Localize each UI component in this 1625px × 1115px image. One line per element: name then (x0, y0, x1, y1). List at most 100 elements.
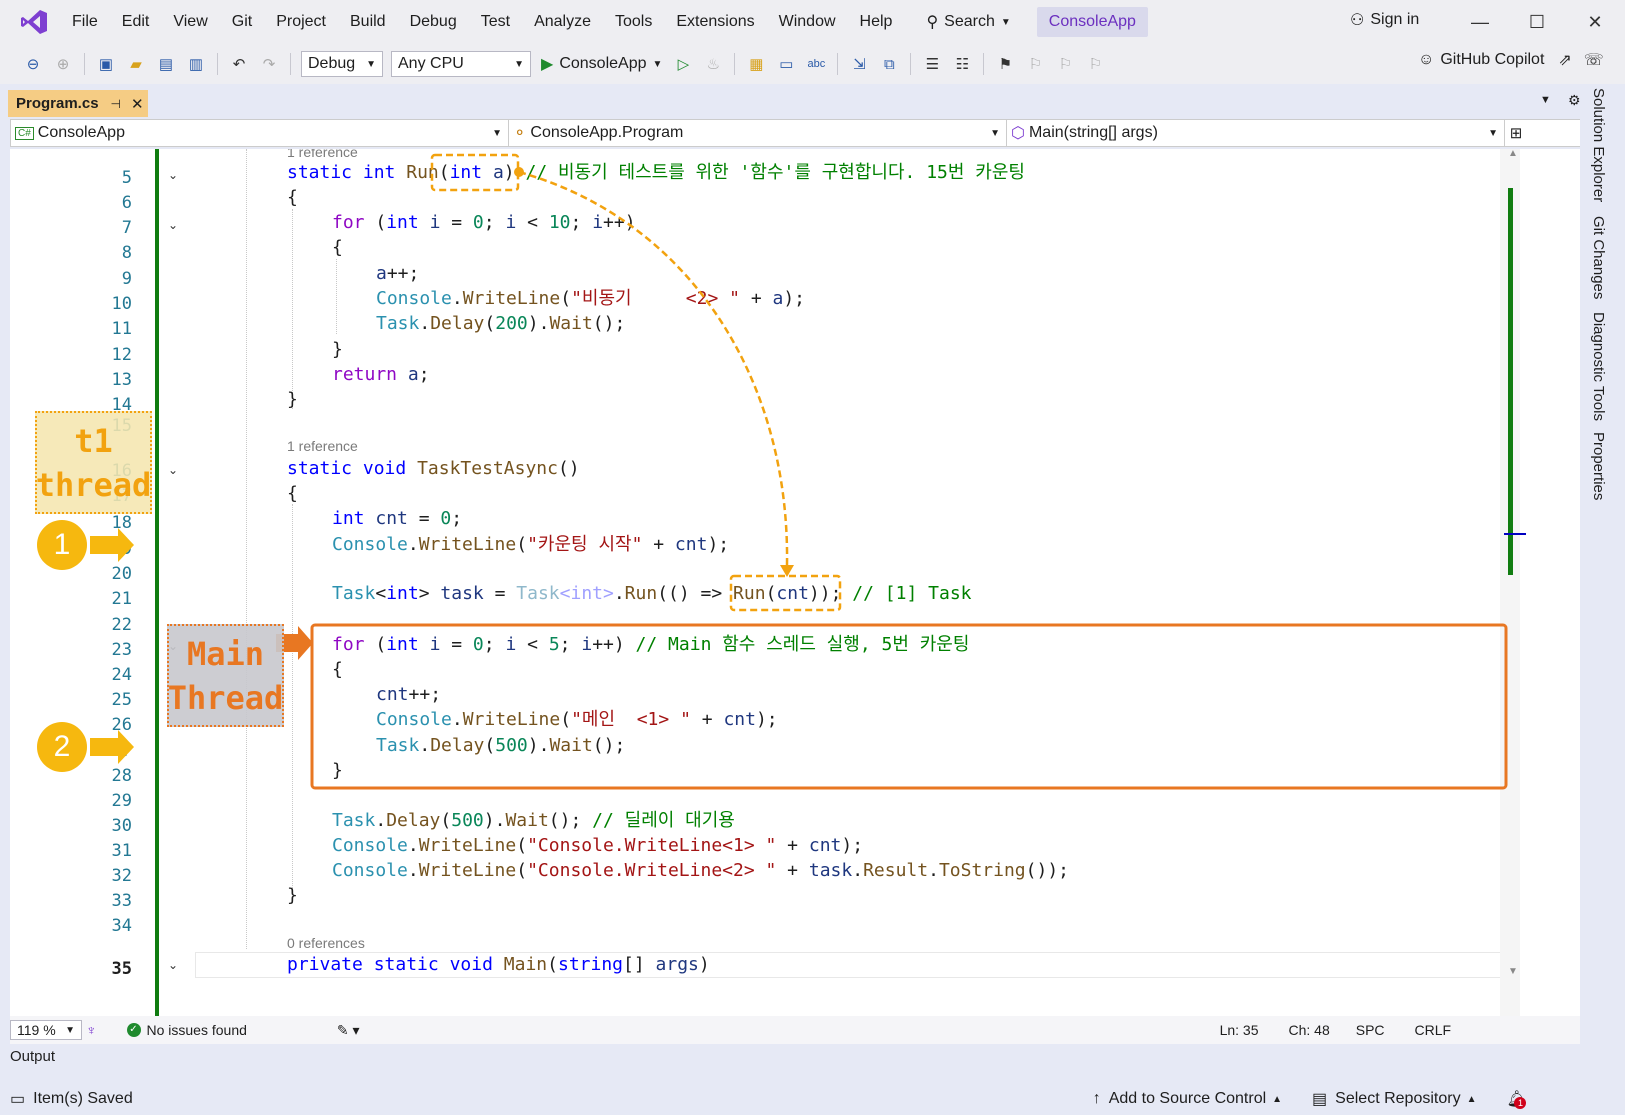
bookmark-icon[interactable]: ⚑ (993, 52, 1017, 76)
menu-file[interactable]: File (60, 0, 110, 44)
whitespace-indicator[interactable]: SPC (1356, 1022, 1385, 1038)
add-to-source-control-button[interactable]: Add to Source Control (1109, 1090, 1266, 1108)
copilot-label: GitHub Copilot (1440, 51, 1545, 68)
line-number: 21 (111, 589, 132, 609)
indent-icon[interactable]: ☰ (920, 52, 944, 76)
undo-icon[interactable]: ↶ (227, 52, 251, 76)
search-box[interactable]: ⚲ Search ▼ (916, 8, 1020, 36)
menu-analyze[interactable]: Analyze (522, 0, 603, 44)
codelens-references[interactable]: 1 reference (287, 438, 358, 454)
spell-check-icon[interactable]: abc (804, 52, 828, 76)
step-2-badge: 2 (37, 722, 87, 772)
menu-git[interactable]: Git (220, 0, 264, 44)
tab-diagnostic-tools[interactable]: Diagnostic Tools (1590, 312, 1607, 421)
code-editor[interactable]: 5678910111213141516171819202122232425262… (10, 149, 1580, 1016)
start-debugging-button[interactable]: ▶ ConsoleApp ▼ (541, 54, 662, 74)
editor-status-bar: 119 % ▼ ♆ ✓ No issues found ✎ ▾ Ln: 35 Ch… (10, 1016, 1580, 1044)
solution-configuration-select[interactable]: Debug ▼ (301, 51, 383, 77)
code-line-9: a++; (376, 263, 420, 284)
menu-debug[interactable]: Debug (398, 0, 469, 44)
forward-icon[interactable]: ⊕ (51, 52, 75, 76)
line-number: 7 (121, 218, 132, 238)
menu-build[interactable]: Build (338, 0, 398, 44)
bookmark-clear-icon[interactable]: ⚐ (1083, 52, 1107, 76)
hot-reload-icon[interactable]: ♨ (701, 52, 725, 76)
line-indicator[interactable]: Ln: 35 (1220, 1022, 1259, 1038)
tab-list-icon[interactable]: ▼ (1540, 94, 1551, 106)
menu-help[interactable]: Help (848, 0, 905, 44)
intellicode-icon[interactable]: ♆ (86, 1022, 97, 1038)
message-icon: ▭ (10, 1091, 26, 1108)
zoom-select[interactable]: 119 % ▼ (10, 1020, 82, 1040)
copy-icon[interactable]: ⧉ (877, 52, 901, 76)
outdent-icon[interactable]: ☷ (950, 52, 974, 76)
code-cleanup-icon[interactable]: ✎ ▾ (337, 1022, 360, 1039)
tab-solution-explorer[interactable]: Solution Explorer (1590, 88, 1607, 202)
start-without-debugging-icon[interactable]: ▷ (671, 52, 695, 76)
separator (837, 53, 839, 75)
member-select[interactable]: ⬡ Main(string[] args) ▼ (1007, 120, 1505, 146)
line-number: 12 (111, 345, 132, 365)
collapse-icon[interactable]: ⌄ (168, 958, 178, 972)
tab-properties[interactable]: Properties (1590, 432, 1607, 500)
notifications-icon[interactable]: 🔔︎1 (1506, 1089, 1527, 1109)
menu-test[interactable]: Test (469, 0, 522, 44)
issues-status[interactable]: No issues found (147, 1022, 247, 1038)
menu-project[interactable]: Project (264, 0, 338, 44)
collapse-icon[interactable]: ⌄ (168, 168, 178, 182)
chevron-down-icon: ▼ (514, 58, 524, 70)
collapse-icon[interactable]: ⌄ (168, 218, 178, 232)
close-tab-icon[interactable]: ✕ (131, 95, 144, 113)
solution-platform-select[interactable]: Any CPU ▼ (391, 51, 531, 77)
status-bar: ▭ Item(s) Saved ↑ Add to Source Control … (0, 1083, 1625, 1115)
split-editor-icon[interactable]: ⊞ (1505, 120, 1527, 146)
tab-program-cs[interactable]: Program.cs ⊣ ✕ (8, 90, 148, 117)
line-number: 35 (111, 959, 132, 979)
type-select[interactable]: ⚬ ConsoleApp.Program ▼ (509, 120, 1007, 146)
open-folder-icon[interactable]: ▰ (124, 52, 148, 76)
line-number: 29 (111, 791, 132, 811)
redo-icon[interactable]: ↷ (257, 52, 281, 76)
project-select[interactable]: C# ConsoleApp ▼ (11, 120, 509, 146)
collapse-icon[interactable]: ⌄ (168, 463, 178, 477)
zoom-value: 119 % (17, 1022, 56, 1038)
visual-studio-logo-icon[interactable] (18, 9, 50, 35)
sign-in-button[interactable]: ⚇ Sign in (1350, 10, 1419, 30)
maximize-button[interactable]: ☐ (1522, 8, 1552, 36)
github-copilot-button[interactable]: ☺ GitHub Copilot ⇗ ☏ (1418, 50, 1604, 70)
select-repository-button[interactable]: Select Repository (1335, 1090, 1460, 1108)
code-string: "Console.WriteLine<1> " (527, 835, 777, 856)
codelens-references[interactable]: 1 reference (287, 149, 358, 160)
indent-guide (246, 149, 247, 949)
bookmark-next-icon[interactable]: ⚐ (1053, 52, 1077, 76)
scroll-down-icon[interactable]: ▼ (1508, 966, 1518, 977)
line-ending-indicator[interactable]: CRLF (1415, 1022, 1452, 1038)
save-icon[interactable]: ▤ (154, 52, 178, 76)
line-number: 24 (111, 665, 132, 685)
menu-window[interactable]: Window (767, 0, 848, 44)
close-button[interactable]: ✕ (1580, 8, 1610, 36)
minimize-button[interactable]: — (1465, 8, 1495, 36)
menu-view[interactable]: View (161, 0, 219, 44)
output-window-tab[interactable]: Output (10, 1048, 55, 1065)
main-thread-label: Main Thread (167, 624, 284, 727)
code-line-33: } (287, 885, 298, 906)
menu-edit[interactable]: Edit (110, 0, 162, 44)
codelens-references[interactable]: 0 references (287, 935, 365, 951)
save-all-icon[interactable]: ▥ (184, 52, 208, 76)
bookmark-prev-icon[interactable]: ⚐ (1023, 52, 1047, 76)
layout-icon[interactable]: ▭ (774, 52, 798, 76)
menu-tools[interactable]: Tools (603, 0, 664, 44)
column-indicator[interactable]: Ch: 48 (1289, 1022, 1330, 1038)
line-number: 25 (111, 690, 132, 710)
tab-git-changes[interactable]: Git Changes (1590, 216, 1607, 299)
t1-label-line1: t1 (74, 421, 113, 460)
menu-extensions[interactable]: Extensions (664, 0, 766, 44)
browse-folder-icon[interactable]: ▦ (744, 52, 768, 76)
pin-icon[interactable]: ⊣ (111, 97, 121, 111)
step-icon[interactable]: ⇲ (847, 52, 871, 76)
scroll-up-icon[interactable]: ▲ (1508, 148, 1518, 159)
back-icon[interactable]: ⊖ (21, 52, 45, 76)
new-project-icon[interactable]: ▣ (94, 52, 118, 76)
settings-icon[interactable]: ⚙ (1568, 92, 1581, 109)
